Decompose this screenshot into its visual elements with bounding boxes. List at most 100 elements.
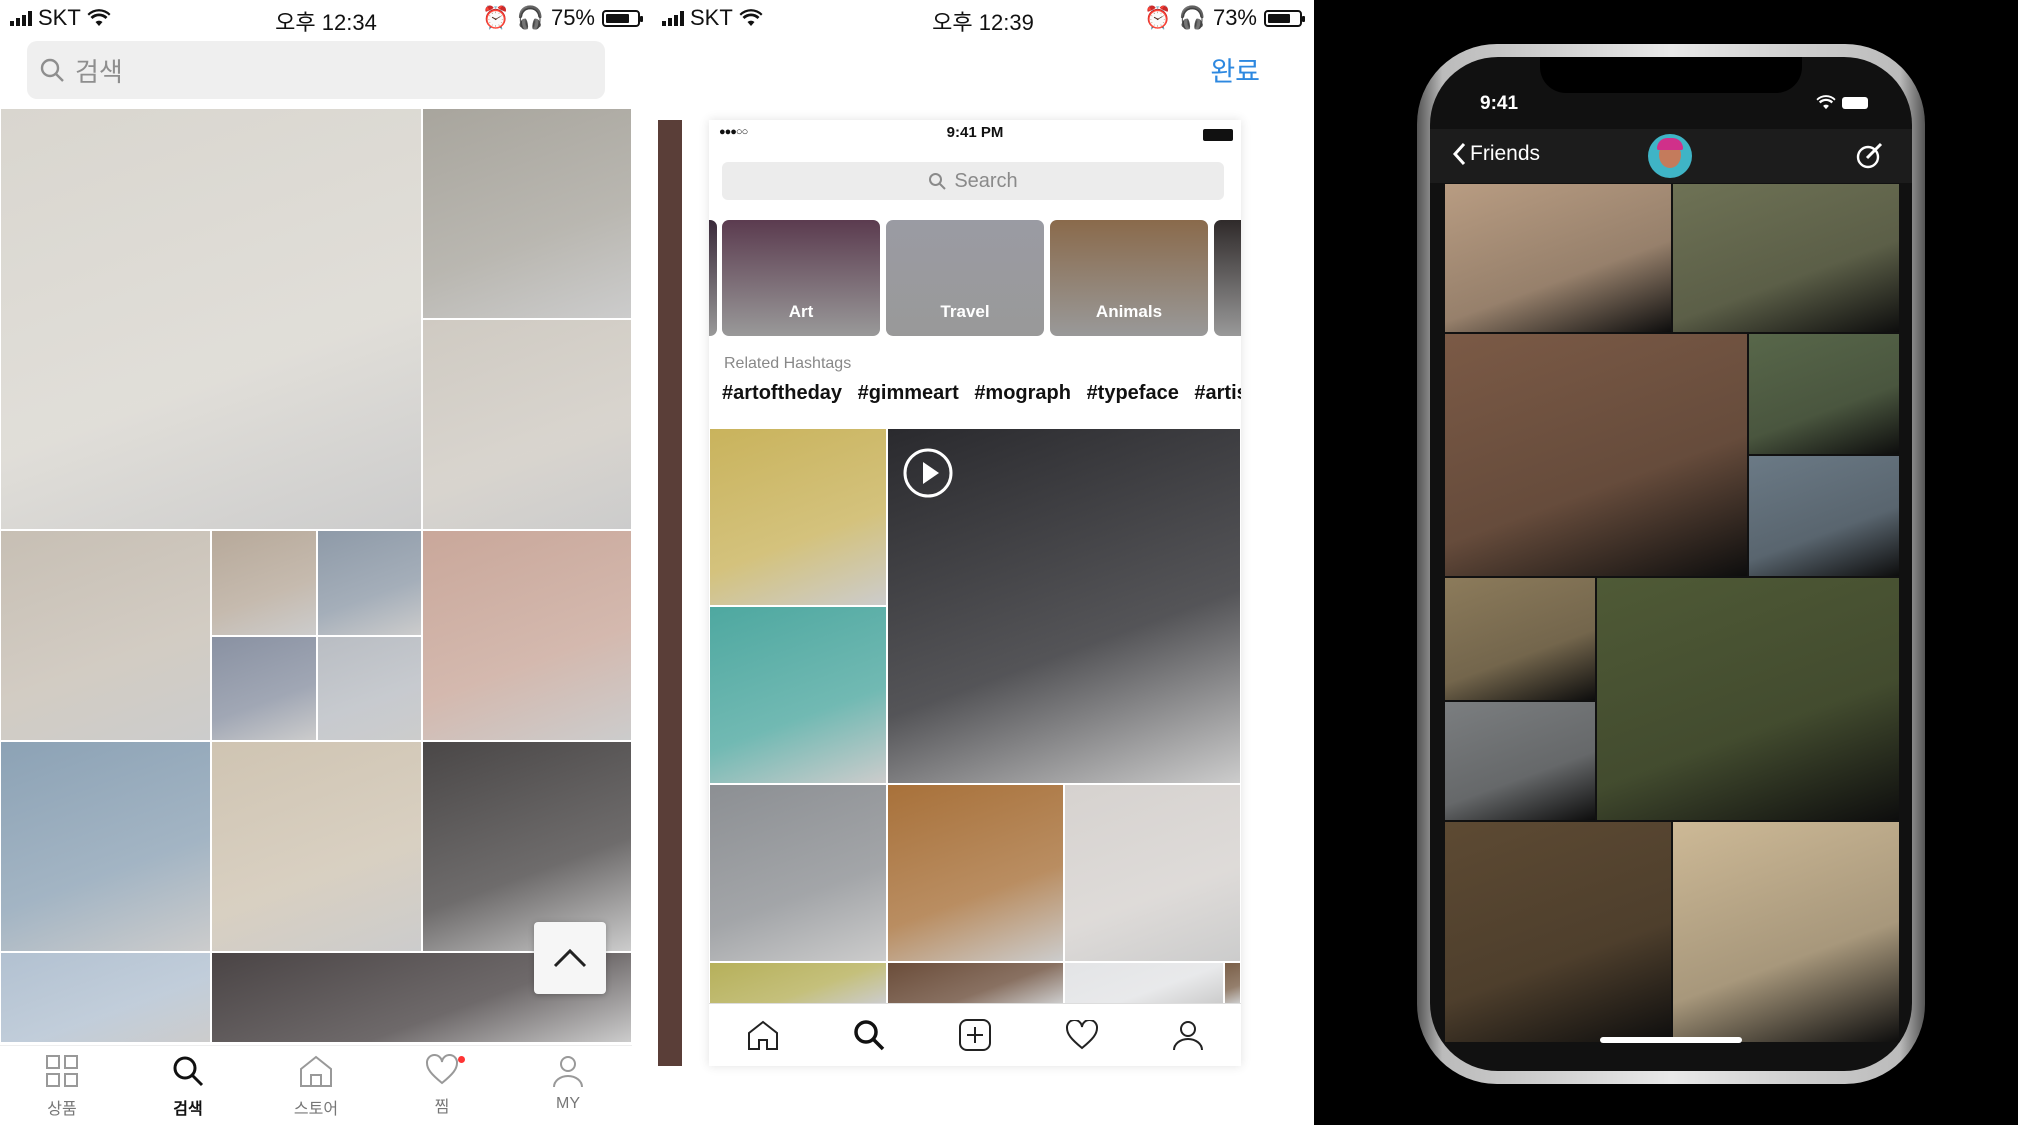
photo-beach-walk[interactable] — [1444, 183, 1672, 333]
shopping-app-search-screen: SKT 오후 12:34 ⏰ 🎧 75% 검색 상품 검색 스토어 찜 MY — [0, 0, 652, 1125]
hashtag-link[interactable]: #artoftheday — [722, 382, 842, 404]
photo-sand-dune-couple[interactable] — [1672, 821, 1900, 1043]
status-time: 9:41 — [1480, 93, 1519, 114]
hashtag-link[interactable]: #gimmeart — [858, 382, 959, 404]
photo-paint-palette[interactable] — [709, 428, 887, 606]
store-icon — [300, 1055, 332, 1087]
photo-smiling-woman[interactable] — [1444, 333, 1748, 577]
tab-label: 상품 — [47, 1101, 77, 1118]
tab-label: 스토어 — [293, 1101, 339, 1118]
tab-products[interactable]: 상품 — [12, 1054, 112, 1119]
photo-plaid-dress[interactable] — [211, 636, 317, 741]
photo-cream-dress-flowers[interactable] — [422, 319, 632, 530]
done-button[interactable]: 완료 — [1210, 50, 1260, 89]
hashtag-link[interactable]: #artis — [1194, 382, 1241, 404]
iphone-frame: 9:41 Friends — [1417, 44, 1925, 1084]
add-icon[interactable] — [958, 1018, 992, 1052]
search-input[interactable]: 검색 — [27, 41, 605, 99]
inner-status-bar: ●●●○○ 9:41 PM — [709, 124, 1241, 146]
battery-percent: 75% — [550, 5, 595, 30]
person-icon[interactable] — [1172, 1019, 1204, 1051]
heart-icon[interactable] — [1065, 1020, 1099, 1050]
photo-beige-knit-dress[interactable] — [211, 741, 422, 952]
explore-photo-grid — [709, 428, 1241, 1004]
battery-icon — [1203, 129, 1233, 141]
hashtag-link[interactable]: #mograph — [974, 382, 1071, 404]
tab-label: MY — [556, 1095, 580, 1112]
compose-icon[interactable] — [1856, 142, 1884, 170]
search-input[interactable]: Search — [722, 162, 1224, 200]
search-icon — [40, 58, 64, 82]
category-tile-art[interactable]: Art — [722, 220, 880, 336]
photo-blue-jeans[interactable] — [0, 741, 211, 952]
alarm-icon: ⏰ — [482, 5, 510, 30]
photo-bottom-b[interactable] — [887, 962, 1064, 1004]
photo-forest-friends[interactable] — [1596, 577, 1900, 821]
wifi-icon — [1816, 95, 1836, 110]
category-tile-animals[interactable]: Animals — [1050, 220, 1208, 336]
photo-light-jeans[interactable] — [0, 952, 211, 1043]
photo-picnic-table[interactable] — [1748, 333, 1900, 455]
tab-label: 검색 — [173, 1101, 203, 1118]
photo-bottom-a[interactable] — [709, 962, 887, 1004]
photo-blue-dress[interactable] — [317, 530, 422, 636]
headphones-icon: 🎧 — [1178, 5, 1206, 30]
photo-white-pants-bench[interactable] — [0, 530, 211, 741]
home-indicator — [1600, 1037, 1742, 1043]
tab-my[interactable]: MY — [518, 1054, 618, 1113]
tab-label: 찜 — [434, 1099, 450, 1116]
photo-brown-dress[interactable] — [211, 530, 317, 636]
bottom-tab-bar — [709, 1003, 1241, 1066]
photo-grid — [0, 108, 632, 1043]
play-icon — [903, 448, 953, 498]
photo-neon-drawing[interactable] — [709, 606, 887, 784]
photo-lego-robot[interactable] — [887, 784, 1064, 962]
explore-screenshot: ●●●○○ 9:41 PM Search Art Travel Animals … — [709, 120, 1241, 1066]
previous-screenshot-edge — [658, 120, 682, 1066]
category-tile-partial[interactable] — [1214, 220, 1241, 336]
hashtag-link[interactable]: #typeface — [1087, 382, 1179, 404]
photo-linen-pants[interactable] — [0, 108, 422, 530]
category-label: Travel — [940, 302, 990, 321]
tab-wishlist[interactable]: 찜 — [392, 1054, 492, 1117]
search-placeholder: 검색 — [75, 56, 123, 87]
home-icon[interactable] — [746, 1019, 780, 1051]
category-carousel: Art Travel Animals — [709, 220, 1241, 336]
scroll-to-top-button[interactable] — [534, 922, 606, 994]
photo-coast-hikers[interactable] — [1748, 455, 1900, 577]
photo-bottom-c[interactable] — [1064, 962, 1224, 1004]
photo-black-tshirt[interactable] — [422, 741, 632, 952]
tab-store[interactable]: 스토어 — [266, 1054, 366, 1119]
photo-man-scarf[interactable] — [1672, 183, 1900, 333]
category-tile-travel[interactable]: Travel — [886, 220, 1044, 336]
photo-pink-knit-dress[interactable] — [422, 530, 632, 741]
phone-notch — [1540, 57, 1802, 93]
related-hashtags-title: Related Hashtags — [724, 355, 852, 372]
avatar[interactable] — [1648, 134, 1692, 178]
photo-face-painting[interactable] — [1064, 784, 1241, 962]
bottom-tab-bar: 상품 검색 스토어 찜 MY — [0, 1045, 632, 1125]
photo-skirt-mirror[interactable] — [317, 636, 422, 741]
person-icon — [553, 1056, 583, 1088]
alarm-icon: ⏰ — [1144, 5, 1172, 30]
instagram-explore-panel: SKT 오후 12:39 ⏰ 🎧 73% 완료 ●●●○○ 9:41 PM Se… — [652, 0, 1314, 1125]
photo-meadow-blanket[interactable] — [1444, 577, 1596, 701]
notification-dot — [458, 1056, 465, 1063]
photo-koi-fish[interactable] — [709, 784, 887, 962]
search-icon[interactable] — [853, 1019, 885, 1051]
back-button[interactable]: Friends — [1452, 142, 1540, 166]
battery-icon — [1842, 96, 1868, 109]
status-bar: SKT 오후 12:34 ⏰ 🎧 75% — [0, 0, 652, 36]
heart-icon — [426, 1054, 458, 1085]
photo-orange-top-jeans[interactable] — [422, 108, 632, 319]
status-icons — [1816, 95, 1868, 110]
battery-percent: 73% — [1212, 5, 1257, 30]
photo-rocky-sea[interactable] — [1444, 701, 1596, 821]
tab-search[interactable]: 검색 — [138, 1054, 238, 1119]
photo-woman-headscarf[interactable] — [1444, 821, 1672, 1043]
photo-bottom-d[interactable] — [1224, 962, 1241, 1004]
photo-spin-art-video[interactable] — [887, 428, 1241, 784]
category-tile-partial[interactable] — [709, 220, 717, 336]
phone-screen: 9:41 Friends — [1430, 57, 1912, 1071]
friends-photo-panel: 9:41 Friends — [1314, 0, 2018, 1125]
